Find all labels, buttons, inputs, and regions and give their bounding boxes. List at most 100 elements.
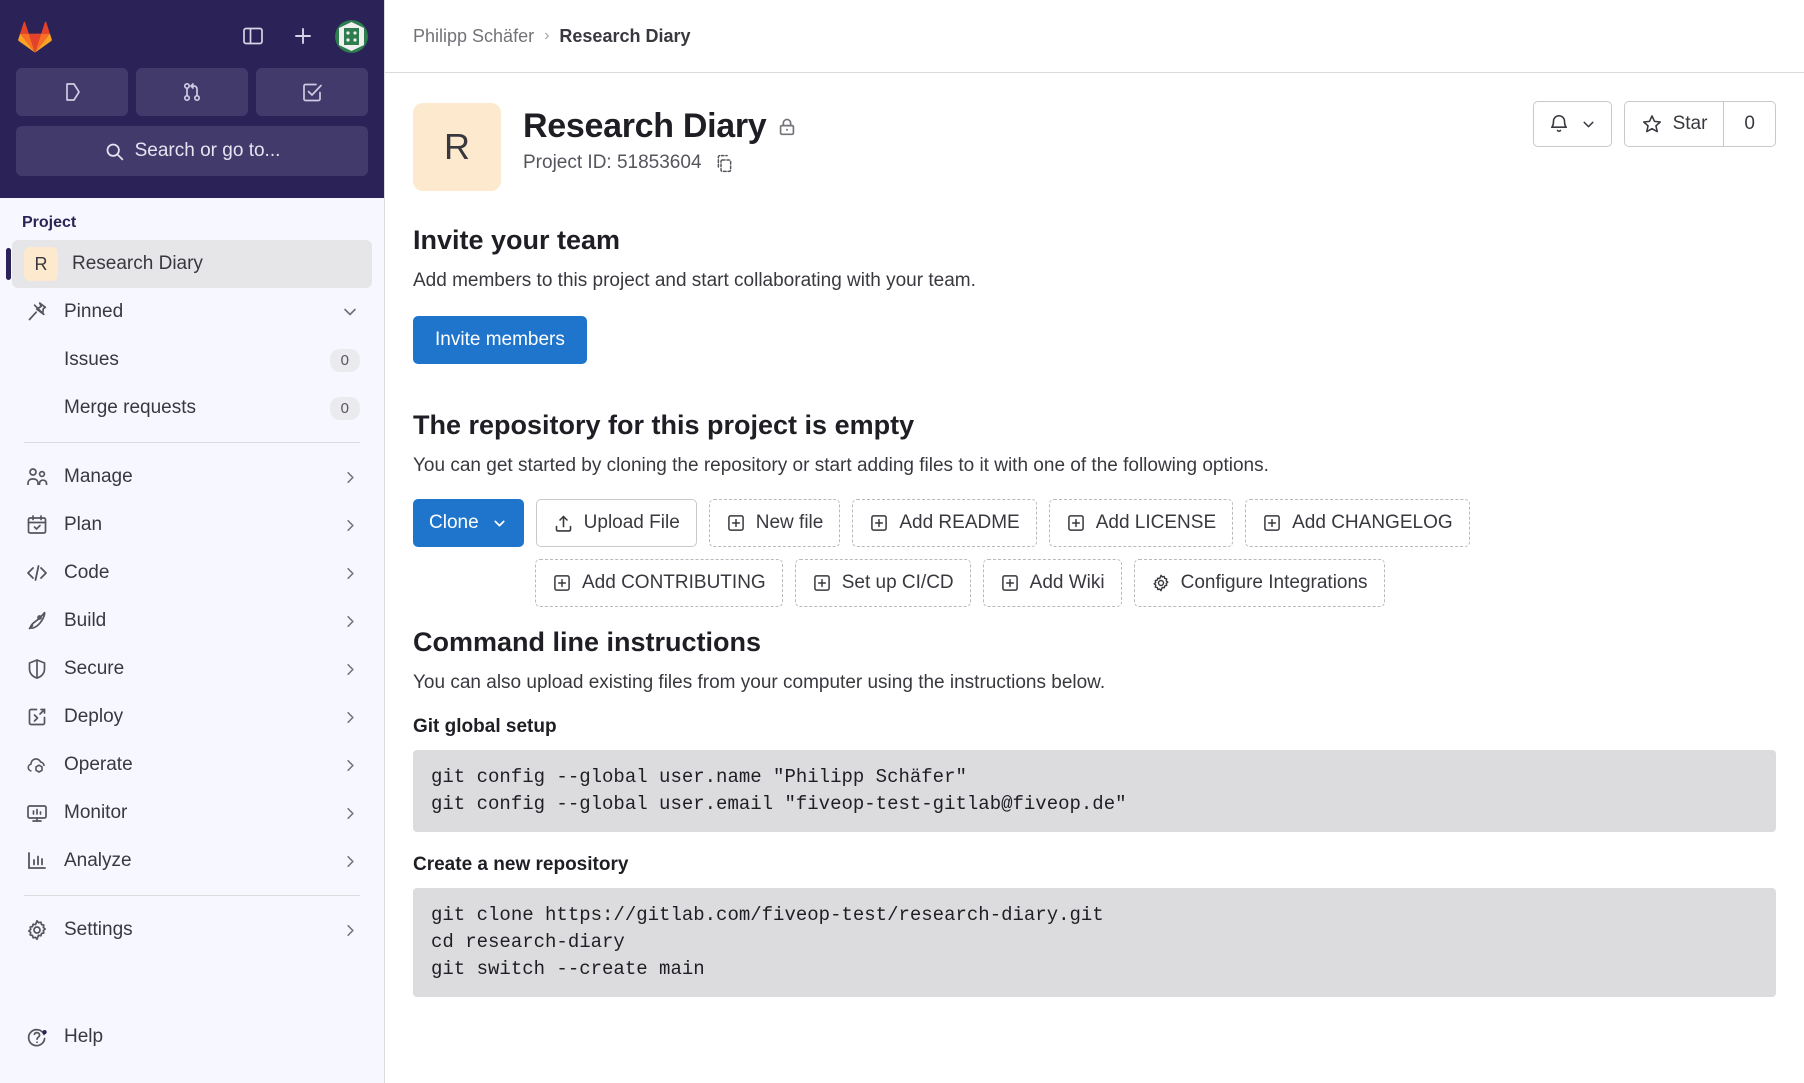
chevron-right-icon[interactable] [341, 921, 360, 940]
setup-cicd-label: Set up CI/CD [842, 572, 954, 594]
sidebar-item-research-diary[interactable]: R Research Diary [12, 240, 372, 288]
star-label: Star [1673, 113, 1708, 135]
upload-file-label: Upload File [584, 512, 680, 534]
sidebar-item-build[interactable]: Build [12, 597, 372, 645]
project-avatar: R [413, 103, 501, 191]
todo-checkbox-icon[interactable] [256, 68, 368, 116]
project-avatar-initial: R [24, 247, 58, 281]
sidebar-item-analyze[interactable]: Analyze [12, 837, 372, 885]
chevron-right-icon[interactable] [341, 660, 360, 679]
sidebar-item-secure[interactable]: Secure [12, 645, 372, 693]
sidebar-item-settings[interactable]: Settings [12, 906, 372, 954]
issues-count-badge: 0 [330, 349, 360, 372]
add-license-label: Add LICENSE [1096, 512, 1216, 534]
create-repo-title: Create a new repository [413, 854, 1776, 876]
notification-button[interactable] [1533, 101, 1612, 147]
sidebar: Search or go to... Project R Research Di… [0, 0, 385, 1083]
sidebar-item-deploy[interactable]: Deploy [12, 693, 372, 741]
copy-to-clipboard-icon[interactable] [714, 153, 735, 174]
star-count[interactable]: 0 [1723, 101, 1776, 147]
create-repo-code[interactable]: git clone https://gitlab.com/fiveop-test… [413, 888, 1776, 997]
invite-members-button[interactable]: Invite members [413, 316, 587, 364]
git-global-setup-code[interactable]: git config --global user.name "Philipp S… [413, 750, 1776, 832]
search-input[interactable]: Search or go to... [16, 126, 368, 176]
chevron-right-icon[interactable] [341, 804, 360, 823]
add-wiki-label: Add Wiki [1030, 572, 1105, 594]
upload-file-button[interactable]: Upload File [536, 499, 697, 547]
sidebar-item-help[interactable]: Help [12, 1013, 372, 1061]
setup-cicd-button[interactable]: Set up CI/CD [795, 559, 971, 607]
configure-integrations-label: Configure Integrations [1181, 572, 1368, 594]
gitlab-logo-icon[interactable] [16, 17, 54, 55]
chevron-right-icon[interactable] [341, 516, 360, 535]
star-button-group: Star 0 [1624, 101, 1776, 147]
sidebar-item-manage[interactable]: Manage [12, 453, 372, 501]
clone-button[interactable]: Clone [413, 499, 524, 547]
chevron-right-icon[interactable] [341, 852, 360, 871]
sidebar-quick-links [16, 68, 368, 116]
breadcrumb: Philipp Schäfer › Research Diary [385, 0, 1804, 73]
sidebar-item-merge-requests[interactable]: Merge requests 0 [12, 384, 372, 432]
chevron-right-icon[interactable] [341, 708, 360, 727]
add-license-button[interactable]: Add LICENSE [1049, 499, 1233, 547]
chevron-down-icon[interactable] [340, 302, 360, 322]
search-placeholder: Search or go to... [135, 140, 281, 162]
sidebar-divider [24, 442, 360, 443]
add-readme-button[interactable]: Add README [852, 499, 1036, 547]
chevron-right-icon[interactable] [341, 612, 360, 631]
gear-icon [1151, 573, 1171, 593]
project-id: Project ID: 51853604 [523, 152, 702, 174]
sidebar-item-operate[interactable]: Operate [12, 741, 372, 789]
search-icon [104, 141, 125, 162]
add-contributing-button[interactable]: Add CONTRIBUTING [535, 559, 783, 607]
code-icon [24, 560, 50, 586]
rocket-icon [24, 608, 50, 634]
issues-icon[interactable] [16, 68, 128, 116]
sidebar-item-label: Plan [64, 514, 327, 536]
sidebar-item-pinned[interactable]: Pinned [12, 288, 372, 336]
sidebar-item-label: Issues [64, 349, 316, 371]
plus-icon[interactable] [285, 18, 321, 54]
sidebar-nav: Project R Research Diary Pinned [0, 198, 384, 1005]
chart-icon [24, 848, 50, 874]
configure-integrations-button[interactable]: Configure Integrations [1134, 559, 1385, 607]
cli-instructions-heading: Command line instructions [413, 627, 1776, 658]
add-changelog-button[interactable]: Add CHANGELOG [1245, 499, 1470, 547]
breadcrumb-root[interactable]: Philipp Schäfer [413, 26, 534, 47]
user-avatar-identicon[interactable] [335, 20, 368, 53]
sidebar-item-issues[interactable]: Issues 0 [12, 336, 372, 384]
chevron-right-icon[interactable] [341, 468, 360, 487]
cloud-pod-icon [24, 752, 50, 778]
sidebar-toggle-icon[interactable] [235, 18, 271, 54]
chevron-right-icon[interactable] [341, 756, 360, 775]
chevron-right-icon[interactable] [341, 564, 360, 583]
star-button[interactable]: Star [1624, 101, 1724, 147]
sidebar-item-plan[interactable]: Plan [12, 501, 372, 549]
repo-action-row-2: Add CONTRIBUTING Set up CI/CD [413, 559, 1776, 607]
sidebar-item-label: Analyze [64, 850, 327, 872]
sidebar-item-label: Deploy [64, 706, 327, 728]
new-file-label: New file [756, 512, 824, 534]
sidebar-item-label: Settings [64, 919, 327, 941]
deploy-icon [24, 704, 50, 730]
sidebar-item-monitor[interactable]: Monitor [12, 789, 372, 837]
plus-square-icon [552, 573, 572, 593]
breadcrumb-separator: › [544, 27, 549, 45]
add-readme-label: Add README [899, 512, 1019, 534]
sidebar-divider-2 [24, 895, 360, 896]
pin-icon [24, 299, 50, 325]
plus-square-icon [1000, 573, 1020, 593]
add-wiki-button[interactable]: Add Wiki [983, 559, 1122, 607]
main-content: Philipp Schäfer › Research Diary [385, 0, 1804, 1083]
empty-repo-description: You can get started by cloning the repos… [413, 455, 1776, 477]
merge-requests-count-badge: 0 [330, 397, 360, 420]
sidebar-item-label: Help [64, 1026, 360, 1048]
new-file-button[interactable]: New file [709, 499, 841, 547]
sidebar-item-label: Monitor [64, 802, 327, 824]
repo-action-buttons: Clone Upload File [413, 499, 1776, 607]
merge-request-icon[interactable] [136, 68, 248, 116]
breadcrumb-current[interactable]: Research Diary [559, 26, 690, 47]
chevron-down-icon [1580, 116, 1597, 133]
sidebar-item-label: Build [64, 610, 327, 632]
sidebar-item-code[interactable]: Code [12, 549, 372, 597]
